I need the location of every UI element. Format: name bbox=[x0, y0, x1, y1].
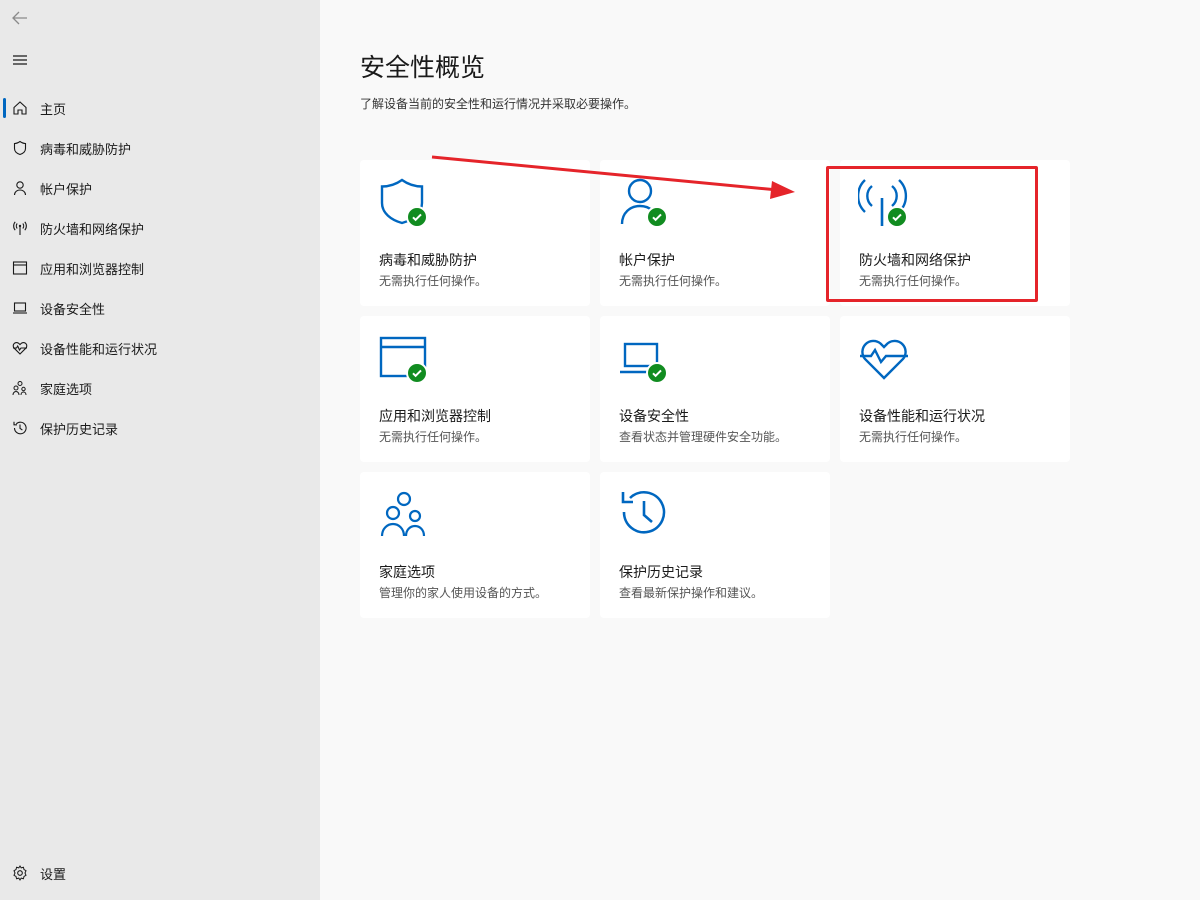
nav-item-family[interactable]: 家庭选项 bbox=[0, 368, 320, 408]
card-title: 应用和浏览器控制 bbox=[379, 409, 491, 425]
nav-item-label: 设备性能和运行状况 bbox=[40, 342, 158, 358]
hamburger-menu-icon bbox=[13, 55, 27, 65]
app-window-icon bbox=[12, 260, 28, 276]
card-device-performance[interactable]: 设备性能和运行状况 无需执行任何操作。 bbox=[840, 316, 1070, 462]
person-icon bbox=[12, 180, 28, 196]
card-family[interactable]: 家庭选项 管理你的家人使用设备的方式。 bbox=[360, 472, 590, 618]
card-title: 设备性能和运行状况 bbox=[859, 409, 985, 425]
nav-item-device-security[interactable]: 设备安全性 bbox=[0, 288, 320, 328]
check-icon bbox=[646, 206, 668, 228]
check-icon bbox=[646, 362, 668, 384]
nav-item-account-protection[interactable]: 帐户保护 bbox=[0, 168, 320, 208]
main-content: 安全性概览 了解设备当前的安全性和运行情况并采取必要操作。 病毒和威胁防护 无需… bbox=[320, 0, 1200, 900]
nav-item-device-performance[interactable]: 设备性能和运行状况 bbox=[0, 328, 320, 368]
card-title: 保护历史记录 bbox=[619, 565, 703, 581]
heart-pulse-icon bbox=[860, 339, 908, 380]
home-icon bbox=[12, 100, 28, 116]
card-desc: 管理你的家人使用设备的方式。 bbox=[379, 586, 548, 600]
page-subtitle: 了解设备当前的安全性和运行情况并采取必要操作。 bbox=[360, 97, 637, 111]
card-title: 病毒和威胁防护 bbox=[379, 253, 477, 269]
shield-icon bbox=[12, 140, 28, 156]
family-icon bbox=[12, 380, 28, 396]
card-account-protection[interactable]: 帐户保护 无需执行任何操作。 bbox=[600, 160, 830, 306]
card-app-browser[interactable]: 应用和浏览器控制 无需执行任何操作。 bbox=[360, 316, 590, 462]
page-title: 安全性概览 bbox=[360, 53, 486, 82]
back-button[interactable] bbox=[8, 6, 32, 30]
card-title: 防火墙和网络保护 bbox=[859, 253, 971, 269]
heart-pulse-icon bbox=[12, 340, 28, 356]
card-title: 设备安全性 bbox=[619, 409, 689, 425]
gear-icon bbox=[12, 865, 28, 881]
check-icon bbox=[886, 206, 908, 228]
menu-button[interactable] bbox=[8, 48, 32, 72]
card-title: 帐户保护 bbox=[619, 253, 675, 269]
nav-item-label: 保护历史记录 bbox=[40, 422, 119, 438]
card-desc: 无需执行任何操作。 bbox=[859, 430, 968, 444]
card-desc: 无需执行任何操作。 bbox=[859, 274, 968, 288]
card-firewall[interactable]: 防火墙和网络保护 无需执行任何操作。 bbox=[840, 160, 1070, 306]
nav-item-protection-history[interactable]: 保护历史记录 bbox=[0, 408, 320, 448]
nav-item-label: 设备安全性 bbox=[40, 302, 106, 318]
nav-item-home[interactable]: 主页 bbox=[0, 88, 320, 128]
card-virus-protection[interactable]: 病毒和威胁防护 无需执行任何操作。 bbox=[360, 160, 590, 306]
card-desc: 查看状态并管理硬件安全功能。 bbox=[619, 430, 788, 444]
nav-item-settings[interactable]: 设置 bbox=[0, 853, 320, 893]
card-protection-history[interactable]: 保护历史记录 查看最新保护操作和建议。 bbox=[600, 472, 830, 618]
laptop-icon bbox=[12, 300, 28, 316]
check-icon bbox=[406, 206, 428, 228]
nav-item-label: 应用和浏览器控制 bbox=[40, 262, 145, 278]
card-device-security[interactable]: 设备安全性 查看状态并管理硬件安全功能。 bbox=[600, 316, 830, 462]
card-desc: 无需执行任何操作。 bbox=[619, 274, 728, 288]
sidebar: 主页 病毒和威胁防护 帐户保护 防火墙和网络保护 应用和浏览器控制 设备安全性 … bbox=[0, 0, 320, 900]
card-desc: 无需执行任何操作。 bbox=[379, 430, 488, 444]
back-arrow-icon bbox=[12, 11, 27, 25]
history-icon bbox=[621, 491, 666, 534]
card-desc: 无需执行任何操作。 bbox=[379, 274, 488, 288]
card-desc: 查看最新保护操作和建议。 bbox=[619, 586, 764, 600]
nav-item-firewall[interactable]: 防火墙和网络保护 bbox=[0, 208, 320, 248]
nav-item-label: 设置 bbox=[40, 867, 67, 883]
nav-item-label: 主页 bbox=[40, 102, 67, 118]
check-icon bbox=[406, 362, 428, 384]
nav-item-virus-protection[interactable]: 病毒和威胁防护 bbox=[0, 128, 320, 168]
nav-item-app-browser[interactable]: 应用和浏览器控制 bbox=[0, 248, 320, 288]
nav-item-label: 帐户保护 bbox=[40, 182, 93, 198]
nav-item-label: 家庭选项 bbox=[40, 382, 93, 398]
nav-item-label: 防火墙和网络保护 bbox=[40, 222, 145, 238]
nav-item-label: 病毒和威胁防护 bbox=[40, 142, 132, 158]
nav-list: 主页 病毒和威胁防护 帐户保护 防火墙和网络保护 应用和浏览器控制 设备安全性 … bbox=[0, 88, 320, 448]
history-icon bbox=[12, 420, 28, 436]
antenna-icon bbox=[12, 220, 28, 236]
card-title: 家庭选项 bbox=[379, 565, 435, 581]
family-icon bbox=[380, 491, 426, 537]
